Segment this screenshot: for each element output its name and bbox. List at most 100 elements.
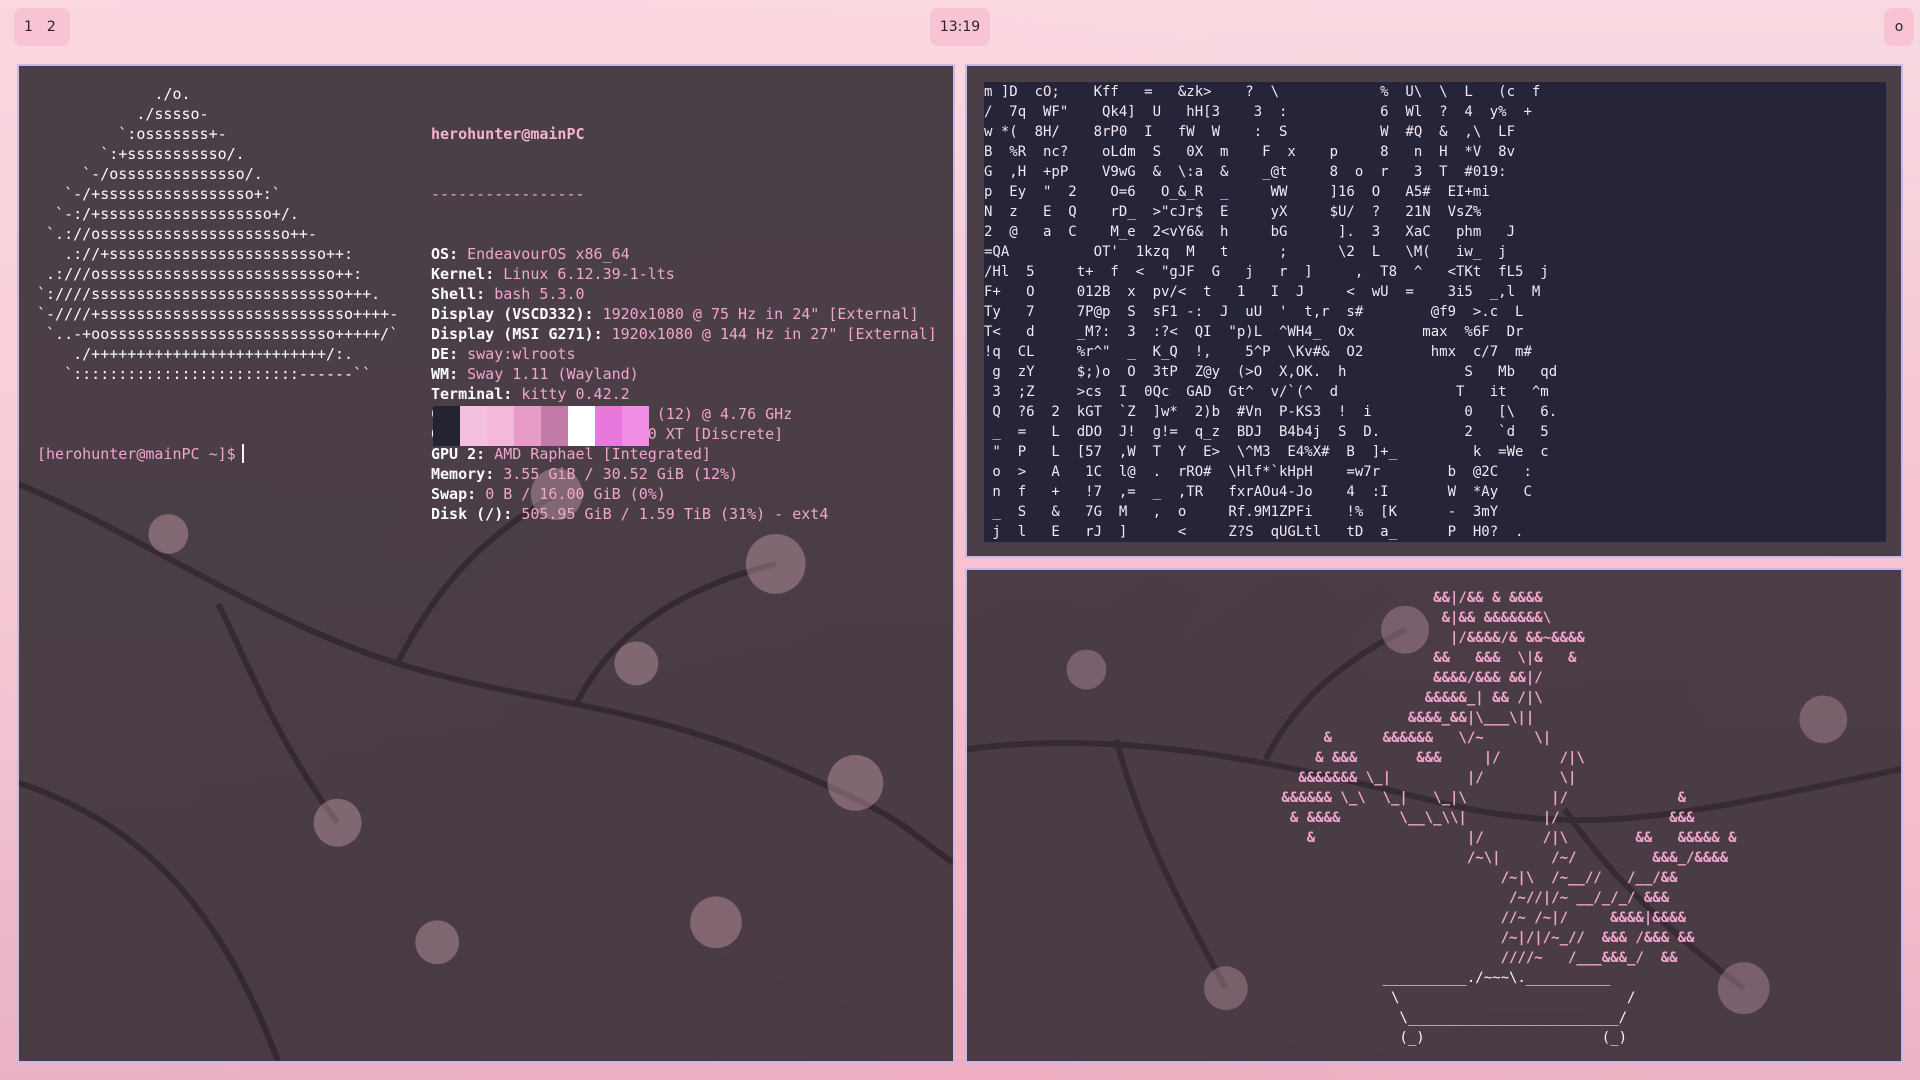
info-value: 505.95 GiB / 1.59 TiB (31%) - ext4 (521, 505, 829, 523)
info-key: OS (431, 245, 450, 263)
color-swatch (541, 406, 568, 446)
logo-line: `-/+sssssssssssssssso+:` (37, 185, 281, 203)
bonsai-pot-rim: __________./~~~\.__________ (1214, 970, 1611, 986)
bonsai-line: & &&&& \__\_\\| |/ &&& (1214, 810, 1695, 826)
workspace-2-button[interactable]: 2 (47, 19, 56, 35)
bonsai-line: &&&&&_| && /|\ (1214, 690, 1543, 706)
user-host-line: herohunter@mainPC (431, 125, 585, 143)
logo-line: `:////ssssssssssssssssssssssssssso+++. (37, 285, 381, 303)
bonsai-line: /~//|/~ __/_/_/ &&& (1214, 890, 1670, 906)
matrix-line: g zY $;)o O 3tP Z@y (>O X,OK. h S Mb qd (984, 364, 1558, 380)
matrix-area: m ]D cO; Kff = &zk> ? \ % U\ \ L (c f / 7… (984, 82, 1886, 542)
matrix-line: /Hl 5 t+ f < "gJF G j r ] , T8 ^ <TKt fL… (984, 264, 1549, 280)
info-row: Shell: bash 5.3.0 (431, 285, 585, 303)
info-value: bash 5.3.0 (494, 285, 585, 303)
logo-line: `:+sssssssssso/. (37, 145, 245, 163)
matrix-line: 2 @ a C M_e 2<vY6& h bG ]. 3 XaC phm J (984, 224, 1516, 240)
terminal-window-bonsai[interactable]: &&|/&& & &&&& &|&& &&&&&&&\ |/&&&&/& &&~… (965, 568, 1903, 1063)
info-row: Terminal: kitty 0.42.2 (431, 385, 630, 403)
terminal-window-matrix[interactable]: m ]D cO; Kff = &zk> ? \ % U\ \ L (c f / 7… (965, 64, 1903, 558)
matrix-line: G ,H +pP V9wG & \:a & _@t 8 o r 3 T #019… (984, 164, 1507, 180)
matrix-line: n f + !7 ,= _ ,TR fxrAOu4-Jo 4 :I W *Ay … (984, 484, 1532, 500)
color-swatch (622, 406, 649, 446)
info-value: 1920x1080 @ 144 Hz in 27" [External] (611, 325, 937, 343)
logo-line: `-////+ssssssssssssssssssssssssssso++++- (37, 305, 399, 323)
clock: 13:19 (930, 8, 990, 46)
info-value: 3.55 GiB / 30.52 GiB (12%) (503, 465, 739, 483)
matrix-line: Q ?6 2 kGT `Z ]w* 2)b #Vn P-KS3 ! i 0 [\… (984, 404, 1558, 420)
bonsai-line: & |/ /|\ && &&&&& & (1214, 830, 1737, 846)
matrix-line: =QA OT' 1kzq M t ; \2 L \M( iw_ j (984, 244, 1507, 260)
logo-line: `:::::::::::::::::::::::::------`` (37, 365, 372, 383)
matrix-line: N z E Q rD_ >"cJr$ E yX $U/ ? 21N VsZ% (984, 204, 1482, 220)
matrix-line: p Ey " 2 O=6 O_&_R _ WW ]16 O A5# EI+mi (984, 184, 1490, 200)
logo-line: .:///ossssssssssssssssssssssssso++: (37, 265, 363, 283)
matrix-line: T< d _M?: 3 :?< QI "p)L ^WH4_ Ox max %6F… (984, 324, 1524, 340)
info-row: Display (MSI G271): 1920x1080 @ 144 Hz i… (431, 325, 937, 343)
info-key: WM (431, 365, 450, 383)
bonsai-pot-line: \_________________________/ (1214, 1010, 1628, 1026)
matrix-line: F+ O 012B x pv/< t 1 I J < wU = 3i5 _,l … (984, 284, 1541, 300)
color-swatch (460, 406, 487, 446)
distro-logo: ./o. ./sssso- `:osssssss+- `:+ssssssssss… (37, 84, 398, 384)
info-key: Terminal (431, 385, 504, 403)
matrix-line: _ = L dDO J! g!= q_z BDJ B4b4j S D. 2 `d… (984, 424, 1549, 440)
bonsai-tree: &&|/&& & &&&& &|&& &&&&&&&\ |/&&&&/& &&~… (1214, 588, 1737, 1048)
shell-prompt[interactable]: [herohunter@mainPC ~]$ (37, 444, 244, 464)
info-row: Swap: 0 B / 16.00 GiB (0%) (431, 485, 666, 503)
info-row: Kernel: Linux 6.12.39-1-lts (431, 265, 675, 283)
logo-line: `:osssssss+- (37, 125, 227, 143)
system-info: herohunter@mainPC ----------------- OS: … (431, 84, 937, 564)
bonsai-line: &|&& &&&&&&&\ (1214, 610, 1552, 626)
info-key: Display (VSCD332) (431, 305, 585, 323)
bonsai-line: //~ /~|/ &&&&|&&&& (1214, 910, 1687, 926)
matrix-line: m ]D cO; Kff = &zk> ? \ % U\ \ L (c f (984, 84, 1541, 100)
info-value: 0 B / 16.00 GiB (0%) (485, 485, 666, 503)
bonsai-line: /~\| /~/ &&&_/&&&& (1214, 850, 1729, 866)
logo-line: `..-+oosssssssssssssssssssssssso+++++/` (37, 325, 399, 343)
hostname: mainPC (530, 125, 585, 143)
matrix-line: !q CL %r^" _ K_Q !, 5^P \Kv#& O2 hmx c/7… (984, 344, 1532, 360)
info-value: AMD Raphael [Integrated] (494, 445, 711, 463)
color-swatch (514, 406, 541, 446)
color-swatch (568, 406, 595, 446)
bonsai-line: ////~ /___&&&_/ && (1214, 950, 1678, 966)
matrix-line: 3 ;Z >cs I 0Qc GAD Gt^ v/`(^ d T it ^m (984, 384, 1549, 400)
info-key: GPU 2 (431, 445, 477, 463)
logo-line: ./o. (37, 85, 191, 103)
info-value: Linux 6.12.39-1-lts (503, 265, 675, 283)
matrix-line: o > A 1C l@ . rRO# \Hlf*`kHpH =w7r b @2C… (984, 464, 1532, 480)
matrix-line: Ty 7 7P@p S sF1 -: J uU ' t,r s# @f9 >.c… (984, 304, 1524, 320)
logo-line: .://+ssssssssssssssssssssssso++: (37, 245, 354, 263)
bonsai-line: /~|/|/~_// &&& /&&& && (1214, 930, 1695, 946)
bonsai-line: && &&& \|& & (1214, 650, 1577, 666)
info-value: 1920x1080 @ 75 Hz in 24" [External] (602, 305, 919, 323)
tray-indicator[interactable]: o (1884, 8, 1914, 46)
info-fields: OS: EndeavourOS x86_64 Kernel: Linux 6.12… (431, 244, 937, 524)
info-value: EndeavourOS x86_64 (467, 245, 630, 263)
info-value: Sway 1.11 (Wayland) (467, 365, 639, 383)
logo-line: ./++++++++++++++++++++++++++/:. (37, 345, 354, 363)
bonsai-line: |/&&&&/& &&~&&&& (1214, 630, 1585, 646)
bonsai-pot-line: (_) (_) (1214, 1030, 1628, 1046)
info-key: Disk (/) (431, 505, 504, 523)
bonsai-line: &&&&&&& \_| |/ \| (1214, 770, 1577, 786)
workspace-indicator: 1 2 (14, 8, 70, 46)
info-key: Display (MSI G271) (431, 325, 594, 343)
bonsai-line: &&&&/&&& &&|/ (1214, 670, 1543, 686)
info-row: DE: sway:wlroots (431, 345, 576, 363)
text-cursor (241, 444, 244, 463)
bonsai-line: &&&&_&&|\___\|| (1214, 710, 1535, 726)
bonsai-line: /~|\ /~__// /__/&& (1214, 870, 1678, 886)
info-row: WM: Sway 1.11 (Wayland) (431, 365, 639, 383)
info-key: Swap (431, 485, 468, 503)
info-value: sway:wlroots (467, 345, 576, 363)
info-row: Disk (/): 505.95 GiB / 1.59 TiB (31%) - … (431, 505, 829, 523)
matrix-rain: m ]D cO; Kff = &zk> ? \ % U\ \ L (c f / 7… (984, 82, 1557, 542)
matrix-line: j l E rJ ] < Z?S qUGLtl tD a_ P H0? . (984, 524, 1524, 540)
info-key: DE (431, 345, 450, 363)
terminal-window-fastfetch[interactable]: ./o. ./sssso- `:osssssss+- `:+ssssssssss… (17, 64, 955, 1063)
workspace-1-button[interactable]: 1 (24, 19, 33, 35)
logo-line: `-/ossssssssssssso/. (37, 165, 263, 183)
info-key: Kernel (431, 265, 486, 283)
